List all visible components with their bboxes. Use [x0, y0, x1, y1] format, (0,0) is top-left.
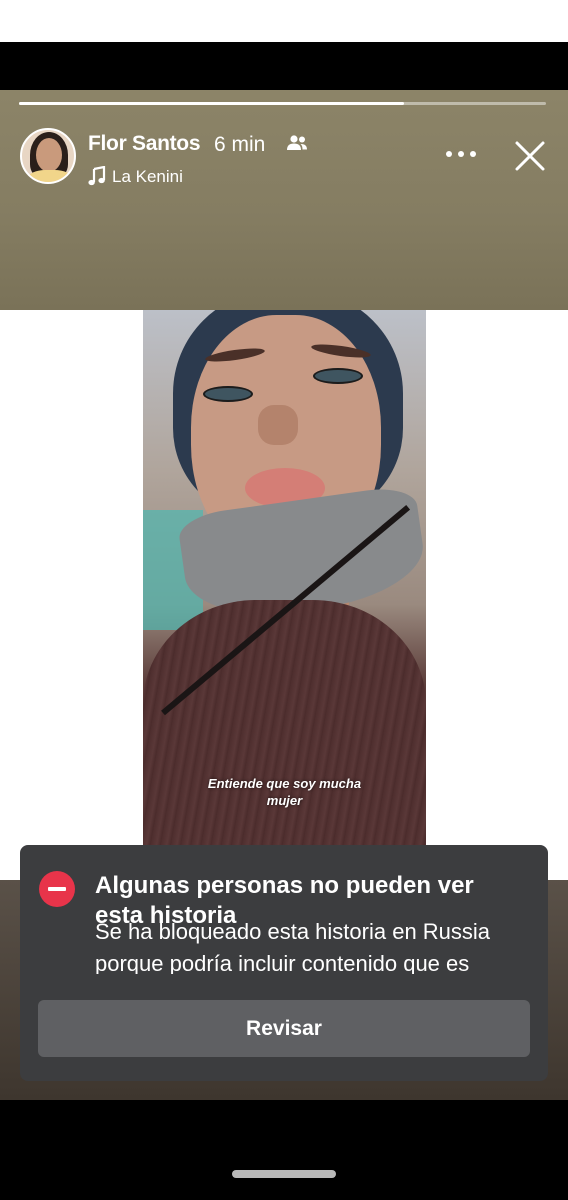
blocked-story-notice: Algunas personas no pueden ver esta hist…: [20, 845, 548, 1081]
home-gesture-handle[interactable]: [232, 1170, 336, 1178]
close-icon[interactable]: [512, 138, 548, 174]
notice-title: Algunas personas no pueden ver esta hist…: [95, 872, 474, 929]
more-horizontal-icon-dot: [458, 151, 464, 157]
review-button[interactable]: Revisar: [38, 1000, 530, 1057]
story-photo: Entiende que soy mucha mujer: [143, 310, 426, 845]
blocked-icon: [39, 871, 75, 907]
top-inset: [0, 42, 568, 90]
avatar-face: [36, 138, 62, 172]
photo-caption-line: mujer: [266, 793, 303, 808]
song-label[interactable]: La Kenini: [112, 167, 183, 187]
notice-body: Se ha bloqueado esta historia en Russia …: [95, 919, 491, 974]
navigation-bar: [0, 1100, 568, 1200]
photo-caption: Entiende que soy mucha mujer: [143, 775, 426, 809]
photo-eye: [203, 386, 253, 402]
avatar[interactable]: [20, 128, 76, 184]
photo-nose: [258, 405, 298, 445]
photo-caption-line: Entiende que soy mucha: [207, 776, 362, 791]
user-name[interactable]: Flor Santos: [88, 132, 201, 156]
more-horizontal-icon-dot: [470, 151, 476, 157]
photo-eye: [313, 368, 363, 384]
story-progress-fill: [19, 102, 404, 105]
avatar-shirt: [28, 170, 72, 182]
friends-icon: [287, 135, 307, 150]
story-top-background: [0, 90, 568, 310]
more-horizontal-icon: [446, 151, 452, 157]
status-bar: [0, 0, 568, 42]
story-time: 6 min: [214, 133, 266, 156]
story-progress-bar: [19, 102, 546, 105]
music-note-icon: [88, 166, 106, 186]
more-options-button[interactable]: [444, 142, 478, 166]
